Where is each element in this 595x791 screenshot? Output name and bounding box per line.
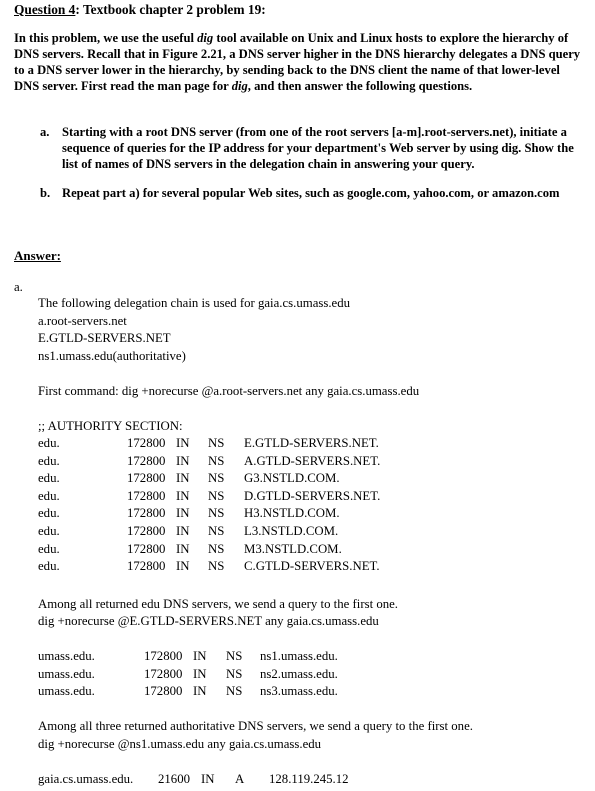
- intro-dig-2: dig: [231, 79, 248, 93]
- record-class: IN: [193, 649, 207, 663]
- record-name: edu.: [38, 506, 60, 521]
- dns-record-row: edu. 172800 IN NS D.GTLD-SERVERS.NET.: [38, 489, 538, 505]
- record-type: NS: [208, 541, 225, 556]
- second-command: dig +norecurse @E.GTLD-SERVERS.NET any g…: [38, 614, 379, 628]
- chain-item: E.GTLD-SERVERS.NET: [38, 331, 171, 345]
- question-part-b: b. Repeat part a) for several popular We…: [40, 185, 585, 217]
- record-value: M3.NSTLD.COM.: [244, 541, 342, 556]
- record-value: E.GTLD-SERVERS.NET.: [244, 436, 379, 450]
- record-type: NS: [226, 666, 243, 681]
- final-record: gaia.cs.umass.edu. 21600 IN A 128.119.24…: [38, 772, 538, 788]
- intro-dig-1: dig: [197, 31, 214, 45]
- record-name: edu.: [38, 471, 60, 486]
- record-ttl: 172800: [127, 453, 166, 468]
- record-type: A: [235, 772, 245, 786]
- record-class: IN: [176, 506, 190, 521]
- dns-record-row: umass.edu. 172800 IN NS ns2.umass.edu.: [38, 667, 538, 683]
- record-class: IN: [176, 471, 190, 486]
- record-value: 128.119.245.12: [269, 772, 349, 786]
- part-label: b.: [40, 186, 51, 200]
- dns-record-row: edu. 172800 IN NS H3.NSTLD.COM.: [38, 506, 538, 522]
- record-class: IN: [176, 436, 190, 450]
- question-title-text: : Textbook chapter 2 problem 19:: [75, 2, 266, 17]
- record-value: ns2.umass.edu.: [260, 666, 338, 681]
- record-name: edu.: [38, 559, 60, 574]
- record-ttl: 172800: [144, 649, 183, 663]
- record-class: IN: [176, 524, 190, 538]
- record-ttl: 172800: [144, 684, 183, 698]
- dns-record-row: umass.edu. 172800 IN NS ns3.umass.edu.: [38, 684, 538, 700]
- question-title: Question 4: Textbook chapter 2 problem 1…: [14, 2, 266, 18]
- dns-record-row: umass.edu. 172800 IN NS ns1.umass.edu.: [38, 649, 538, 665]
- authority-header: ;; AUTHORITY SECTION:: [38, 419, 183, 433]
- record-name: edu.: [38, 453, 60, 468]
- record-name: umass.edu.: [38, 684, 95, 698]
- chain-intro: The following delegation chain is used f…: [38, 296, 351, 310]
- dns-record-row: edu. 172800 IN NS E.GTLD-SERVERS.NET.: [38, 436, 538, 452]
- answer-part-label: a.: [14, 280, 23, 294]
- record-class: IN: [176, 453, 190, 468]
- part-text: Starting with a root DNS server (from on…: [62, 125, 574, 171]
- question-part-a: a. Starting with a root DNS server (from…: [40, 124, 585, 172]
- record-ttl: 172800: [127, 471, 166, 486]
- record-ttl: 172800: [127, 541, 166, 556]
- dns-record-row: edu. 172800 IN NS L3.NSTLD.COM.: [38, 524, 538, 540]
- record-class: IN: [193, 684, 207, 698]
- record-name: gaia.cs.umass.edu.: [38, 772, 134, 786]
- record-value: G3.NSTLD.COM.: [244, 471, 340, 486]
- record-value: C.GTLD-SERVERS.NET.: [244, 559, 380, 574]
- record-value: ns1.umass.edu.: [260, 649, 338, 663]
- record-type: NS: [208, 506, 225, 521]
- record-type: NS: [208, 488, 225, 503]
- record-name: edu.: [38, 488, 60, 503]
- record-class: IN: [201, 772, 215, 786]
- dns-record-row: edu. 172800 IN NS A.GTLD-SERVERS.NET.: [38, 454, 538, 470]
- record-type: NS: [208, 524, 225, 538]
- record-type: NS: [208, 453, 225, 468]
- record-ttl: 21600: [158, 772, 190, 786]
- part-label: a.: [40, 125, 50, 139]
- first-command: First command: dig +norecurse @a.root-se…: [38, 384, 420, 398]
- record-value: D.GTLD-SERVERS.NET.: [244, 488, 381, 503]
- chain-item: a.root-servers.net: [38, 314, 127, 328]
- question-number: Question 4: [14, 2, 76, 17]
- record-type: NS: [208, 436, 225, 450]
- record-ttl: 172800: [127, 559, 166, 574]
- record-ttl: 172800: [127, 506, 166, 521]
- question-intro: In this problem, we use the useful dig t…: [14, 30, 584, 94]
- second-note: Among all returned edu DNS servers, we s…: [38, 597, 398, 611]
- record-name: edu.: [38, 524, 60, 538]
- chain-item: ns1.umass.edu(authoritative): [38, 349, 186, 363]
- record-type: NS: [226, 649, 243, 663]
- record-name: umass.edu.: [38, 666, 95, 681]
- intro-text-3: , and then answer the following question…: [247, 79, 473, 93]
- record-ttl: 172800: [144, 666, 183, 681]
- dns-record-row: edu. 172800 IN NS C.GTLD-SERVERS.NET.: [38, 559, 538, 575]
- dns-record-row: edu. 172800 IN NS G3.NSTLD.COM.: [38, 471, 538, 487]
- record-value: H3.NSTLD.COM.: [244, 506, 340, 521]
- record-value: L3.NSTLD.COM.: [244, 524, 339, 538]
- record-ttl: 172800: [127, 488, 166, 503]
- intro-text-1: In this problem, we use the useful: [14, 31, 198, 45]
- record-class: IN: [176, 559, 190, 574]
- record-type: NS: [208, 471, 225, 486]
- record-name: edu.: [38, 436, 60, 450]
- record-ttl: 172800: [127, 524, 166, 538]
- record-class: IN: [176, 488, 190, 503]
- part-text: Repeat part a) for several popular Web s…: [62, 186, 560, 200]
- record-name: umass.edu.: [38, 649, 95, 663]
- record-class: IN: [193, 666, 207, 681]
- dns-record-row: edu. 172800 IN NS M3.NSTLD.COM.: [38, 542, 538, 558]
- third-note: Among all three returned authoritative D…: [38, 719, 473, 733]
- record-ttl: 172800: [127, 436, 166, 450]
- third-command: dig +norecurse @ns1.umass.edu any gaia.c…: [38, 737, 322, 751]
- record-type: NS: [208, 559, 225, 574]
- record-value: ns3.umass.edu.: [260, 684, 338, 698]
- answer-heading: Answer:: [14, 248, 61, 263]
- record-name: edu.: [38, 541, 60, 556]
- record-value: A.GTLD-SERVERS.NET.: [244, 453, 381, 468]
- record-type: NS: [226, 684, 243, 698]
- record-class: IN: [176, 541, 190, 556]
